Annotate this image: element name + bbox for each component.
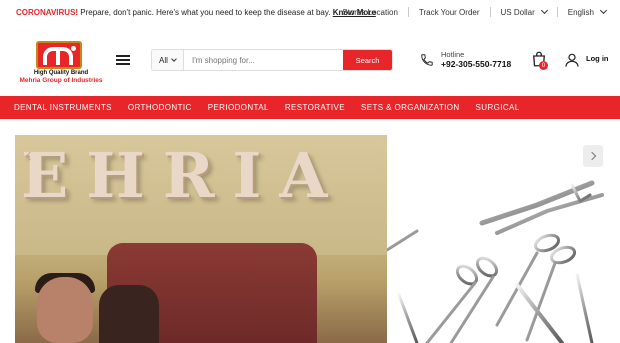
hotline-number[interactable]: +92-305-550-7718 (441, 59, 511, 69)
logo-mark (36, 41, 82, 69)
nav-item-periodontal[interactable]: PERIODONTAL (208, 103, 269, 112)
divider (556, 7, 558, 17)
hotline-label: Hotline (441, 50, 465, 59)
person-image (37, 277, 93, 343)
phone-icon (421, 54, 433, 66)
chevron-right-icon (587, 151, 596, 161)
announcement-text: Prepare, don't panic. Here's what you ne… (78, 8, 333, 17)
nav-item-surgical[interactable]: SURGICAL (476, 103, 520, 112)
nav-item-restorative[interactable]: RESTORATIVE (285, 103, 345, 112)
nav-item-orthodontic[interactable]: ORTHODONTIC (128, 103, 192, 112)
sign-letters: EHRIA (21, 139, 346, 212)
hotline: Hotline +92-305-550-7718 (420, 49, 520, 73)
header: High Quality Brand Mehria Group of Indus… (0, 25, 620, 95)
slider-next-button[interactable] (583, 145, 603, 167)
search-button[interactable]: Search (343, 50, 392, 70)
announcement: CORONAVIRUS! Prepare, don't panic. Here'… (16, 8, 376, 17)
search-bar: All Search (151, 49, 393, 71)
chevron-down-icon (540, 6, 548, 15)
announcement-highlight: CORONAVIRUS! (16, 8, 79, 17)
search-category-label: All (159, 55, 168, 65)
logo-tagline: High Quality Brand (33, 70, 89, 76)
top-links: Stores Location Track Your Order US Doll… (342, 6, 608, 17)
divider (489, 7, 491, 17)
chevron-down-icon (599, 6, 608, 15)
currency-dropdown[interactable]: US Dollar (500, 6, 548, 17)
instruments-image (387, 135, 605, 343)
track-order-link[interactable]: Track Your Order (419, 8, 480, 17)
top-bar: CORONAVIRUS! Prepare, don't panic. Here'… (0, 0, 620, 25)
menu-icon[interactable] (116, 55, 130, 65)
currency-label: US Dollar (500, 7, 535, 17)
logo-company-name: Mehria Group of Industries (19, 77, 103, 84)
category-nav: DENTAL INSTRUMENTS ORTHODONTIC PERIODONT… (0, 96, 620, 119)
cart-button[interactable]: 0 (530, 50, 550, 70)
language-dropdown[interactable]: English (567, 6, 608, 17)
user-icon[interactable] (564, 52, 580, 68)
search-category-select[interactable]: All (152, 50, 184, 70)
nav-item-sets-organization[interactable]: SETS & ORGANIZATION (361, 103, 460, 112)
language-label: English (567, 7, 594, 17)
hero-slider: EHRIA (15, 135, 605, 343)
surgical-instruments-illustration (387, 180, 604, 343)
cart-count-badge: 0 (539, 61, 548, 70)
divider (407, 7, 409, 17)
login-link[interactable]: Log in (586, 54, 609, 63)
search-input[interactable] (184, 50, 343, 70)
site-logo[interactable]: High Quality Brand Mehria Group of Indus… (18, 38, 104, 84)
slider-prev-button[interactable] (18, 145, 38, 167)
stores-location-link[interactable]: Stores Location (342, 8, 398, 17)
nav-item-dental-instruments[interactable]: DENTAL INSTRUMENTS (14, 103, 112, 112)
hero-photo: EHRIA (15, 135, 387, 343)
chevron-down-icon (171, 55, 177, 62)
chevron-left-icon (25, 151, 34, 161)
